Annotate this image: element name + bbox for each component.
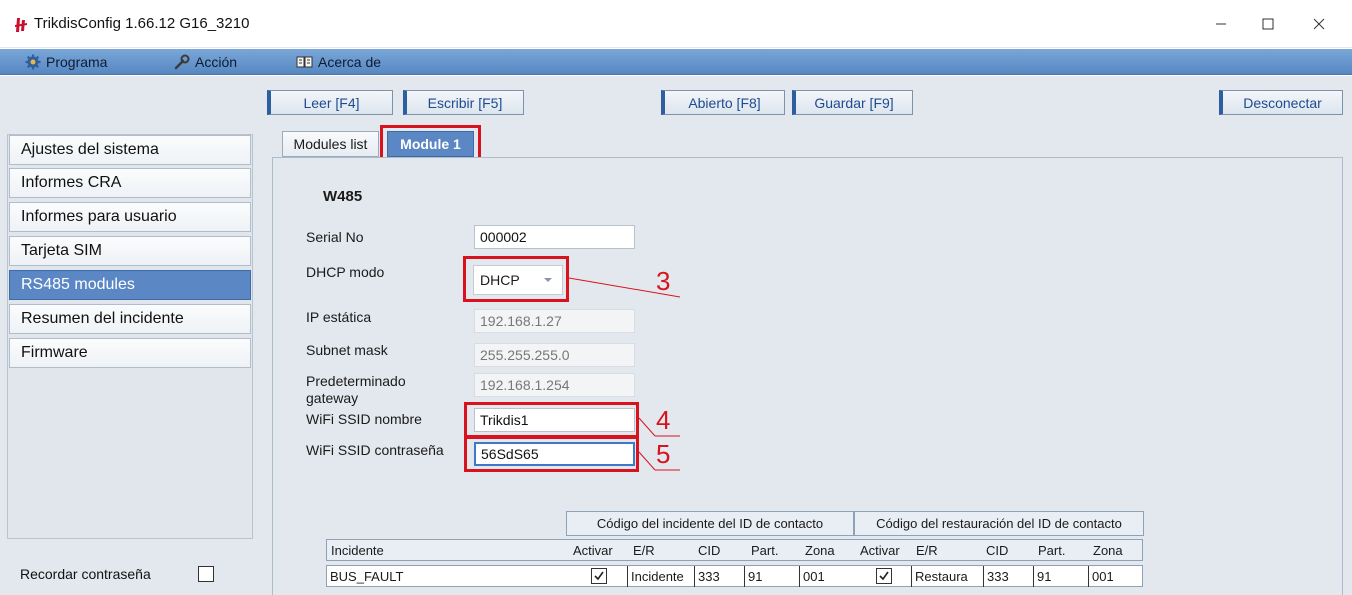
title-bar: TrikdisConfig 1.66.12 G16_3210 xyxy=(0,0,1352,48)
app-logo-icon xyxy=(15,18,27,32)
chevron-down-icon xyxy=(544,278,552,282)
dhcp-value: DHCP xyxy=(480,272,520,288)
tab-modules-list[interactable]: Modules list xyxy=(282,131,379,157)
save-button[interactable]: Guardar [F9] xyxy=(792,90,913,115)
callout-4: 4 xyxy=(656,405,671,435)
cell-part[interactable]: 91 xyxy=(744,566,799,587)
tab-module-1[interactable]: Module 1 xyxy=(387,131,474,157)
sidebar: Ajustes del sistema Informes CRA Informe… xyxy=(7,134,253,539)
menu-acerca-de-label: Acerca de xyxy=(318,54,382,70)
sidebar-item-informes-para-usuario[interactable]: Informes para usuario xyxy=(9,202,251,232)
gear-icon xyxy=(24,54,41,71)
disconnect-button[interactable]: Desconectar xyxy=(1219,90,1343,115)
menu-bar: Programa Acción Acerca de xyxy=(0,49,1352,75)
callout-5: 5 xyxy=(656,439,671,469)
table-group-incident: Código del incidente del ID de contacto xyxy=(566,511,854,536)
cell-er[interactable]: Incidente xyxy=(627,566,694,587)
sidebar-item-tarjeta-sim[interactable]: Tarjeta SIM xyxy=(9,236,251,266)
cell-cid[interactable]: 333 xyxy=(694,566,744,587)
col-r-part[interactable]: Part. xyxy=(1038,543,1065,558)
ip-label: IP estática xyxy=(306,309,372,325)
remember-password-label: Recordar contraseña xyxy=(20,566,151,582)
table-group-restore: Código del restauración del ID de contac… xyxy=(854,511,1144,536)
minimize-button[interactable] xyxy=(1198,9,1244,39)
cell-zone[interactable]: 001 xyxy=(799,566,855,587)
window-title: TrikdisConfig 1.66.12 G16_3210 xyxy=(34,15,250,32)
mask-input[interactable]: 255.255.255.0 xyxy=(474,343,635,367)
close-button[interactable] xyxy=(1296,9,1342,39)
ssid-input[interactable]: Trikdis1 xyxy=(474,408,635,432)
checkmark-icon xyxy=(594,571,604,581)
wrench-icon xyxy=(173,54,190,71)
menu-programa[interactable]: Programa xyxy=(24,52,107,72)
password-input[interactable]: 56SdS65 xyxy=(474,442,635,466)
menu-programa-label: Programa xyxy=(46,54,108,70)
sidebar-item-informes-cra[interactable]: Informes CRA xyxy=(9,168,251,198)
col-cid[interactable]: CID xyxy=(698,543,720,558)
gateway-label: Predeterminado gateway xyxy=(306,373,406,406)
maximize-icon xyxy=(1262,18,1274,30)
module-title: W485 xyxy=(323,188,363,205)
col-r-activar[interactable]: Activar xyxy=(860,543,900,558)
minimize-icon xyxy=(1216,23,1226,25)
cell-r-part[interactable]: 91 xyxy=(1033,566,1088,587)
col-r-cid[interactable]: CID xyxy=(986,543,1008,558)
col-activar[interactable]: Activar xyxy=(573,543,613,558)
sidebar-item-ajustes-del-sistema[interactable]: Ajustes del sistema xyxy=(9,135,251,165)
ip-input[interactable]: 192.168.1.27 xyxy=(474,309,635,333)
read-button[interactable]: Leer [F4] xyxy=(267,90,393,115)
sidebar-item-resumen-del-incidente[interactable]: Resumen del incidente xyxy=(9,304,251,334)
col-r-zona[interactable]: Zona xyxy=(1093,543,1123,558)
close-icon xyxy=(1313,18,1325,30)
remember-password-checkbox[interactable] xyxy=(198,566,214,582)
ssid-label: WiFi SSID nombre xyxy=(306,411,422,427)
cell-r-cid[interactable]: 333 xyxy=(983,566,1033,587)
cell-incident: BUS_FAULT xyxy=(330,569,404,584)
write-button[interactable]: Escribir [F5] xyxy=(403,90,524,115)
dhcp-label: DHCP modo xyxy=(306,264,385,280)
table-row[interactable]: BUS_FAULT Incidente 333 91 001 Restaura … xyxy=(326,565,1143,587)
col-r-er[interactable]: E/R xyxy=(916,543,938,558)
menu-accion-label: Acción xyxy=(195,54,238,70)
password-label: WiFi SSID contraseña xyxy=(306,442,444,458)
book-icon xyxy=(296,54,313,71)
open-button[interactable]: Abierto [F8] xyxy=(661,90,785,115)
menu-accion[interactable]: Acción xyxy=(173,52,237,72)
maximize-button[interactable] xyxy=(1245,9,1291,39)
sidebar-item-rs485-modules[interactable]: RS485 modules xyxy=(9,270,251,300)
dhcp-select[interactable]: DHCP xyxy=(473,265,563,295)
table-header-row: Incidente Activar E/R CID Part. Zona Act… xyxy=(326,539,1143,561)
sidebar-item-firmware[interactable]: Firmware xyxy=(9,338,251,368)
col-er[interactable]: E/R xyxy=(633,543,655,558)
callout-3: 3 xyxy=(656,266,671,296)
gateway-input[interactable]: 192.168.1.254 xyxy=(474,373,635,397)
checkmark-icon xyxy=(879,571,889,581)
menu-acerca-de[interactable]: Acerca de xyxy=(296,52,381,72)
activate-checkbox[interactable] xyxy=(591,568,607,584)
serial-label: Serial No xyxy=(306,229,364,245)
col-part[interactable]: Part. xyxy=(751,543,778,558)
mask-label: Subnet mask xyxy=(306,342,388,358)
serial-input[interactable]: 000002 xyxy=(474,225,635,249)
col-incidente[interactable]: Incidente xyxy=(331,543,384,558)
cell-r-zone[interactable]: 001 xyxy=(1088,566,1142,587)
cell-r-er[interactable]: Restaura xyxy=(911,566,983,587)
col-zona[interactable]: Zona xyxy=(805,543,835,558)
restore-activate-checkbox[interactable] xyxy=(876,568,892,584)
